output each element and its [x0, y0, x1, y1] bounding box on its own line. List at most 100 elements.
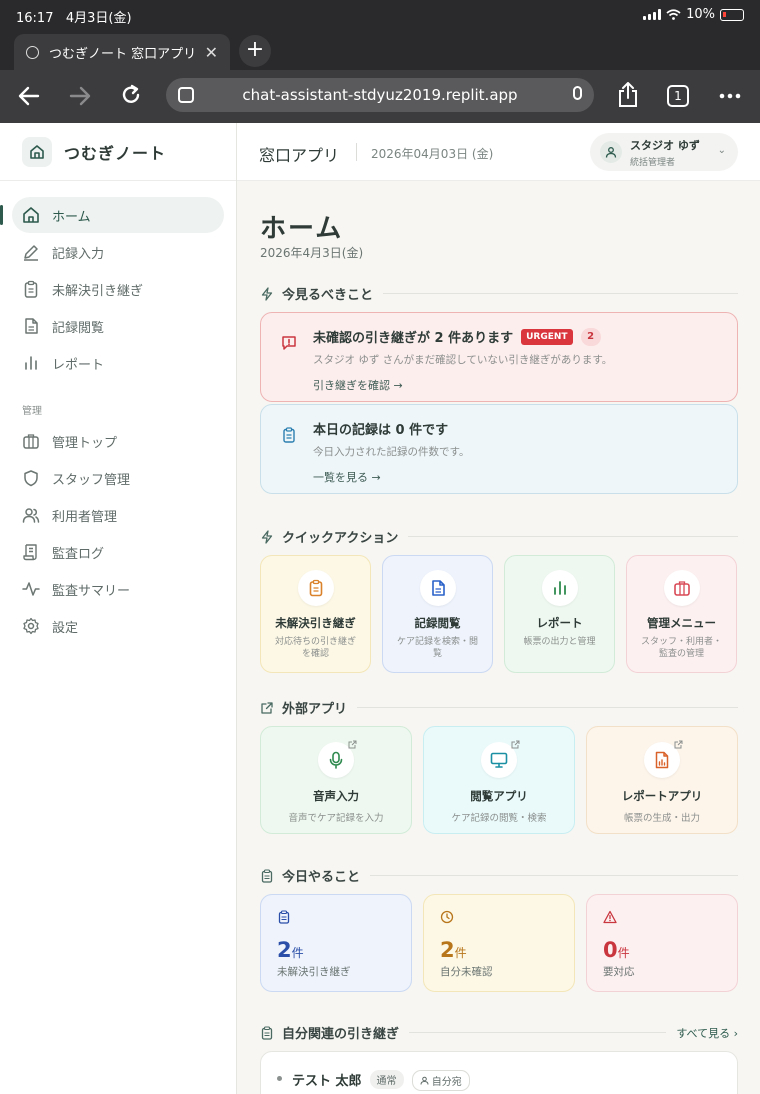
person-icon: [420, 1076, 429, 1085]
sidebar-item-staff[interactable]: スタッフ管理: [12, 460, 224, 496]
sidebar-item-label: 監査サマリー: [52, 583, 131, 599]
divider: [408, 536, 738, 537]
more-menu-icon[interactable]: [719, 93, 741, 99]
forward-arrow-icon[interactable]: [69, 86, 91, 106]
sidebar-item-label: 記録入力: [52, 246, 105, 262]
clock-icon: [440, 910, 454, 924]
sidebar-item-label: レポート: [52, 357, 105, 373]
scroll-icon: [23, 544, 37, 561]
sidebar-item-label: 記録閲覧: [52, 320, 105, 336]
brand[interactable]: つむぎノート: [0, 123, 236, 181]
section-today: 今日やること: [260, 866, 738, 885]
pencil-icon: [24, 245, 38, 261]
quick-action-report[interactable]: レポート 帳票の出力と管理: [504, 555, 615, 673]
sidebar-item-admin-top[interactable]: 管理トップ: [12, 423, 224, 459]
page-date: 2026年4月3日(金): [260, 246, 364, 260]
external-app-title: レポートアプリ: [621, 789, 703, 803]
lens-icon[interactable]: [178, 87, 194, 103]
user-info: スタジオ ゆず 統括管理者: [630, 137, 700, 168]
external-app-report[interactable]: レポートアプリ 帳票の生成・出力: [586, 726, 738, 834]
briefcase-icon: [663, 570, 700, 606]
sidebar-item-label: 管理トップ: [52, 435, 118, 451]
sidebar-item-report[interactable]: レポート: [12, 345, 224, 381]
home-logo-icon: [22, 136, 52, 167]
sidebar-item-users[interactable]: 利用者管理: [12, 497, 224, 533]
user-role: 統括管理者: [630, 157, 676, 168]
app-header: 窓口アプリ 2026年04月03日 (金) スタジオ ゆず 統括管理者 ⌄: [237, 123, 760, 181]
external-app-title: 閲覧アプリ: [470, 789, 528, 803]
address-bar[interactable]: chat-assistant-stdyuz2019.replit.app: [166, 78, 594, 112]
todo-count: 0件: [603, 938, 630, 962]
todo-label: 未解決引き継ぎ: [277, 966, 351, 978]
new-tab-button[interactable]: +: [239, 35, 271, 67]
url-text: chat-assistant-stdyuz2019.replit.app: [242, 86, 518, 104]
quick-action-unresolved[interactable]: 未解決引き継ぎ 対応待ちの引き継ぎを確認: [260, 555, 371, 673]
sidebar-item-unresolved[interactable]: 未解決引き継ぎ: [12, 271, 224, 307]
sidebar-item-record-input[interactable]: 記録入力: [12, 234, 224, 270]
sidebar-item-settings[interactable]: 設定: [12, 608, 224, 644]
signal-icon: [643, 9, 662, 20]
reload-icon[interactable]: [120, 84, 142, 106]
section-title: 今見るべきこと: [282, 288, 374, 303]
wifi-icon: [666, 9, 681, 20]
section-title: 今日やること: [282, 870, 361, 885]
alert-title: 未確認の引き継ぎが 2 件あります: [313, 331, 514, 346]
todo-count: 2件: [440, 938, 467, 962]
divider: [383, 293, 738, 294]
battery-percent: 10%: [686, 7, 715, 22]
brand-name: つむぎノート: [64, 143, 167, 163]
user-avatar-icon: [600, 141, 622, 163]
alert-description: 今日入力された記録の件数です。: [313, 446, 470, 458]
status-bar: 16:17 4月3日(金) 10%: [0, 0, 760, 30]
bullet: [277, 1076, 282, 1081]
quick-action-title: レポート: [536, 616, 583, 630]
confirm-handover-link[interactable]: 引き継ぎを確認 →: [313, 377, 721, 393]
mic-icon[interactable]: [573, 86, 582, 100]
today-records-alert[interactable]: 本日の記録は 0 件です 今日入力された記録の件数です。 一覧を見る →: [260, 404, 738, 494]
view-list-link[interactable]: 一覧を見る →: [313, 469, 721, 485]
activity-icon: [22, 582, 40, 596]
clipboard-icon: [297, 570, 334, 606]
external-app-voice-input[interactable]: 音声入力 音声でケア記録を入力: [260, 726, 412, 834]
external-app-desc: 帳票の生成・出力: [623, 813, 700, 824]
todo-label: 要対応: [603, 966, 635, 978]
share-icon[interactable]: [617, 82, 639, 108]
browser-toolbar: chat-assistant-stdyuz2019.replit.app 1: [0, 70, 760, 123]
divider: [357, 707, 738, 708]
sidebar: つむぎノート ホーム 記録入力 未解決引き継ぎ 記録閲覧 レポート 管理 管理ト…: [0, 123, 237, 1094]
back-arrow-icon[interactable]: [18, 86, 40, 106]
gear-icon: [23, 617, 39, 635]
handover-list-item[interactable]: テスト 太郎 通常 自分宛: [260, 1051, 738, 1094]
see-all-link[interactable]: すべて見る ›: [676, 1025, 738, 1041]
quick-action-record-view[interactable]: 記録閲覧 ケア記録を検索・閲覧: [382, 555, 493, 673]
sidebar-item-audit-summary[interactable]: 監査サマリー: [12, 571, 224, 607]
status-time: 16:17 4月3日(金): [16, 11, 132, 26]
document-icon: [419, 570, 456, 606]
globe-icon: [26, 45, 39, 59]
section-external-apps: 外部アプリ: [260, 698, 738, 717]
status-indicators: 10%: [643, 7, 744, 22]
tab-switcher-button[interactable]: 1: [667, 85, 689, 107]
close-tab-icon[interactable]: ✕: [205, 43, 218, 62]
sidebar-item-audit-log[interactable]: 監査ログ: [12, 534, 224, 570]
sidebar-item-home[interactable]: ホーム: [0, 197, 224, 233]
user-menu-button[interactable]: スタジオ ゆず 統括管理者 ⌄: [590, 133, 738, 171]
sidebar-item-record-view[interactable]: 記録閲覧: [12, 308, 224, 344]
sidebar-item-label: 監査ログ: [52, 546, 105, 562]
external-app-desc: ケア記録の閲覧・検索: [451, 813, 547, 824]
todo-unresolved[interactable]: 2件 未解決引き継ぎ: [260, 894, 412, 992]
quick-action-title: 記録閲覧: [414, 616, 461, 630]
quick-action-admin-menu[interactable]: 管理メニュー スタッフ・利用者・監査の管理: [626, 555, 737, 673]
lightning-icon: [261, 529, 273, 544]
sidebar-section-admin: 管理: [22, 406, 42, 417]
external-app-viewer[interactable]: 閲覧アプリ ケア記録の閲覧・検索: [423, 726, 575, 834]
todo-self-unconfirmed[interactable]: 2件 自分未確認: [423, 894, 575, 992]
todo-action-required[interactable]: 0件 要対応: [586, 894, 738, 992]
browser-tab[interactable]: つむぎノート 窓口アプリ ✕: [14, 34, 230, 70]
bar-chart-icon: [25, 356, 37, 370]
urgent-badge: URGENT: [521, 328, 573, 345]
urgent-handover-alert[interactable]: 未確認の引き継ぎが 2 件あります URGENT 2 スタジオ ゆず さんがまだ…: [260, 312, 738, 402]
clipboard-icon: [24, 280, 38, 298]
external-link-icon: [261, 701, 273, 714]
divider: [370, 875, 738, 876]
